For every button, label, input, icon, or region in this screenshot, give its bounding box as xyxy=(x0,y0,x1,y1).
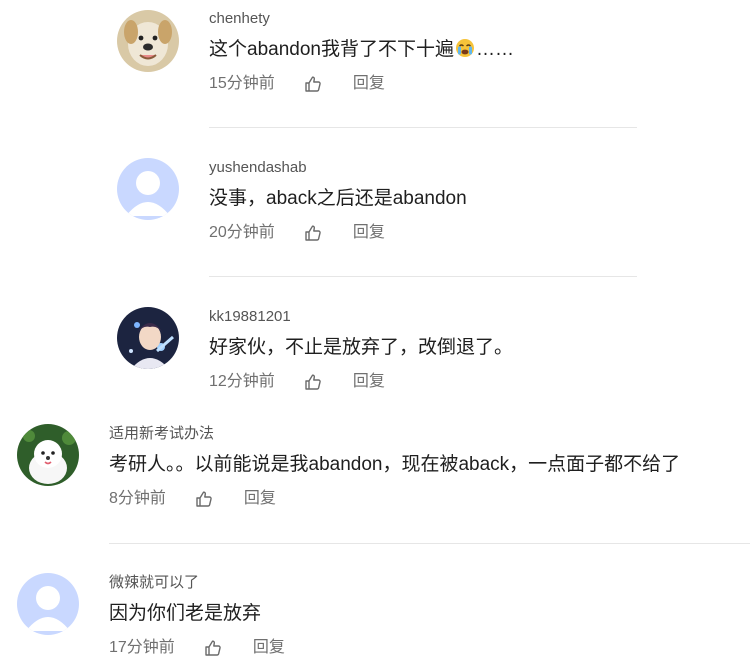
like-button[interactable] xyxy=(303,372,323,392)
timestamp: 8分钟前 xyxy=(109,490,166,507)
like-button[interactable] xyxy=(194,489,214,509)
thumbs-up-icon xyxy=(305,374,321,390)
timestamp: 20分钟前 xyxy=(209,224,275,241)
reply-button[interactable]: 回复 xyxy=(353,223,385,243)
avatar[interactable] xyxy=(17,573,79,635)
anime-avatar-icon xyxy=(117,307,179,369)
thumbs-up-icon xyxy=(305,225,321,241)
reply-button[interactable]: 回复 xyxy=(353,74,385,94)
comment-text: 因为你们老是放弃 xyxy=(109,603,262,624)
username[interactable]: 微辣就可以了 xyxy=(109,574,199,592)
comment-text: 没事，aback之后还是abandon xyxy=(209,188,467,209)
reply-button[interactable]: 回复 xyxy=(244,489,276,509)
comment-meta: 17分钟前 回复 xyxy=(109,638,285,658)
like-button[interactable] xyxy=(303,74,323,94)
username[interactable]: 适用新考试办法 xyxy=(109,425,214,443)
comment-meta: 12分钟前 回复 xyxy=(209,372,385,392)
white-dog-avatar-icon xyxy=(17,424,79,486)
default-avatar-icon xyxy=(117,158,179,220)
comment-meta: 20分钟前 回复 xyxy=(209,223,385,243)
tearful-emoji-icon xyxy=(455,38,475,58)
thumbs-up-icon xyxy=(196,491,212,507)
comment-text-part: …… xyxy=(475,39,514,60)
comment-text: 这个abandon我背了不下十遍 …… xyxy=(209,38,514,62)
thumbs-up-icon xyxy=(305,76,321,92)
avatar[interactable] xyxy=(117,307,179,369)
comment-meta: 15分钟前 回复 xyxy=(209,74,385,94)
divider xyxy=(209,276,637,277)
like-button[interactable] xyxy=(303,223,323,243)
comment-text: 好家伙，不止是放弃了，改倒退了。 xyxy=(209,337,514,358)
timestamp: 12分钟前 xyxy=(209,373,275,390)
username[interactable]: kk19881201 xyxy=(209,308,291,326)
divider xyxy=(209,127,637,128)
comment-text: 考研人。。以前能说是我abandon，现在被aback，一点面子都不给了 xyxy=(109,454,681,475)
avatar[interactable] xyxy=(117,158,179,220)
like-button[interactable] xyxy=(203,638,223,658)
avatar[interactable] xyxy=(17,424,79,486)
reply-button[interactable]: 回复 xyxy=(353,372,385,392)
divider xyxy=(109,543,750,544)
default-avatar-icon xyxy=(17,573,79,635)
avatar[interactable] xyxy=(117,10,179,72)
username[interactable]: chenhety xyxy=(209,10,270,28)
dog-avatar-icon xyxy=(117,10,179,72)
thumbs-up-icon xyxy=(205,640,221,656)
timestamp: 15分钟前 xyxy=(209,75,275,92)
comment-text-part: 这个abandon我背了不下十遍 xyxy=(209,39,454,60)
username[interactable]: yushendashab xyxy=(209,159,307,177)
comment-meta: 8分钟前 回复 xyxy=(109,489,276,509)
reply-button[interactable]: 回复 xyxy=(253,638,285,658)
timestamp: 17分钟前 xyxy=(109,639,175,656)
